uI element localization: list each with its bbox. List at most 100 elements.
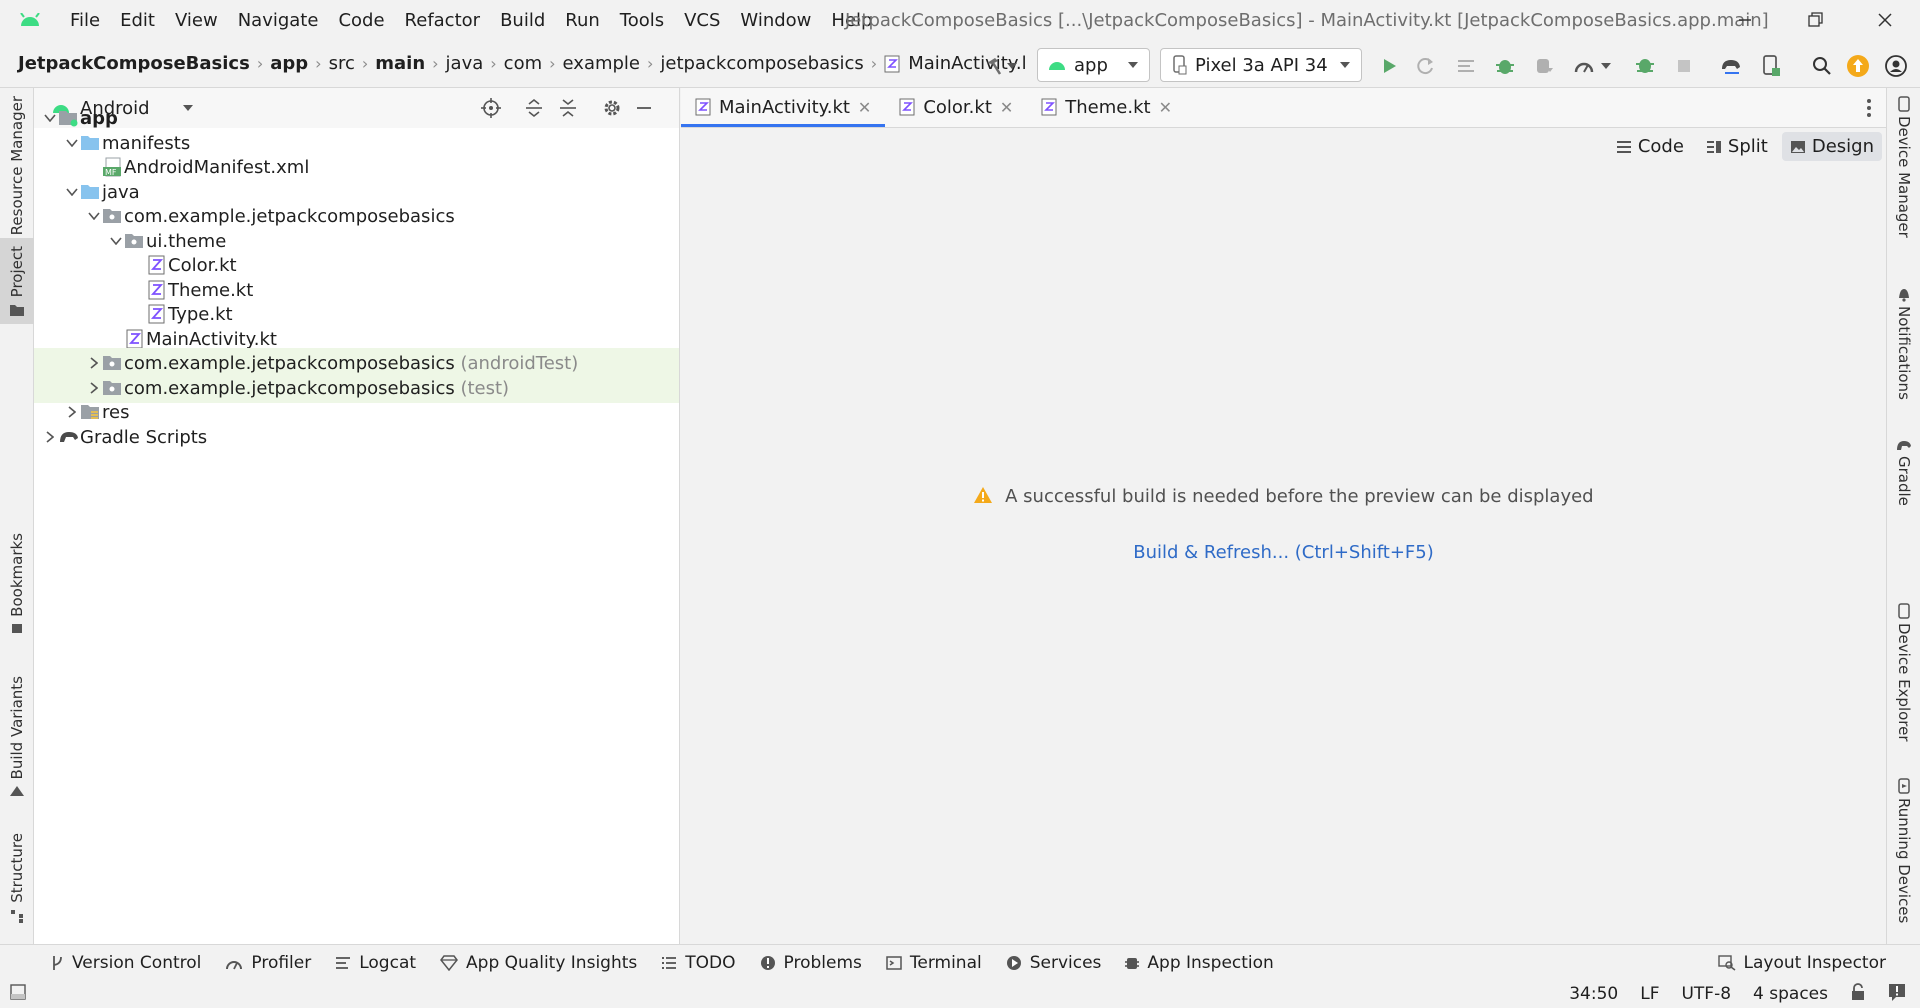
tool-app-quality-insights[interactable]: App Quality Insights <box>428 953 649 973</box>
breadcrumb-item[interactable]: jetpackcomposebasics <box>656 53 867 74</box>
sync-gradle-icon[interactable] <box>1717 52 1745 80</box>
tab-label: Theme.kt <box>1065 96 1151 118</box>
tab-gradle[interactable]: Gradle <box>1887 438 1920 506</box>
view-mode-code[interactable]: Code <box>1608 132 1692 161</box>
menu-run[interactable]: Run <box>555 10 610 31</box>
stop-icon[interactable] <box>1670 52 1698 80</box>
breadcrumb-item[interactable]: com <box>500 53 546 74</box>
tree-item-gradle-scripts[interactable]: Gradle Scripts <box>34 422 679 452</box>
restore-icon[interactable] <box>1780 0 1850 40</box>
menu-file[interactable]: File <box>60 10 110 31</box>
tab-label: Device Manager <box>1895 116 1913 238</box>
tab-running-devices[interactable]: Running Devices <box>1887 778 1920 923</box>
chevron-down-icon[interactable] <box>40 108 60 128</box>
attach-debugger-icon[interactable] <box>1530 52 1558 80</box>
close-tab-icon[interactable]: ✕ <box>1000 98 1013 117</box>
breadcrumb-item[interactable]: example <box>559 53 644 74</box>
kotlin-file-icon <box>146 304 168 324</box>
toggle-tool-windows-icon[interactable] <box>10 983 26 1005</box>
tool-app-inspection[interactable]: App Inspection <box>1113 953 1285 973</box>
menu-refactor[interactable]: Refactor <box>395 10 491 31</box>
tree-item-label: java <box>102 181 140 203</box>
build-refresh-link[interactable]: Build & Refresh... (Ctrl+Shift+F5) <box>681 542 1886 563</box>
chevron-right-icon[interactable] <box>40 427 60 447</box>
breadcrumb-item[interactable]: java <box>442 53 488 74</box>
tool-version-control[interactable]: Version Control <box>38 953 213 973</box>
menu-build[interactable]: Build <box>490 10 555 31</box>
chevron-down-icon[interactable] <box>106 231 126 251</box>
tool-label: Version Control <box>72 952 202 973</box>
tab-device-explorer[interactable]: Device Explorer <box>1887 603 1920 742</box>
menu-navigate[interactable]: Navigate <box>228 10 329 31</box>
view-mode-split[interactable]: Split <box>1698 132 1776 161</box>
chevron-right-icon[interactable] <box>84 378 104 398</box>
menu-view[interactable]: View <box>165 10 228 31</box>
tool-terminal[interactable]: Terminal <box>874 953 994 973</box>
android-studio-logo-icon[interactable] <box>0 13 60 27</box>
chevron-down-icon[interactable] <box>84 206 104 226</box>
tool-services[interactable]: Services <box>994 953 1114 973</box>
tab-theme[interactable]: Theme.kt ✕ <box>1027 87 1186 127</box>
tab-color[interactable]: Color.kt ✕ <box>885 87 1027 127</box>
menu-vcs[interactable]: VCS <box>674 10 730 31</box>
tab-project[interactable]: Project <box>0 238 34 324</box>
gradle-icon <box>58 427 80 447</box>
breadcrumb-item[interactable]: app <box>266 53 312 74</box>
tab-bookmarks[interactable]: Bookmarks <box>0 533 34 633</box>
breadcrumb-item[interactable]: src <box>325 53 359 74</box>
apply-changes-icon[interactable] <box>1452 52 1480 80</box>
tree-item-label: ui.theme <box>146 230 227 252</box>
title-bar: File Edit View Navigate Code Refactor Bu… <box>0 0 1920 40</box>
account-icon[interactable] <box>1882 52 1910 80</box>
chevron-right-icon[interactable] <box>84 353 104 373</box>
menu-tools[interactable]: Tools <box>610 10 674 31</box>
menu-edit[interactable]: Edit <box>110 10 165 31</box>
debug-icon[interactable] <box>1491 52 1519 80</box>
indent-setting[interactable]: 4 spaces <box>1753 984 1828 1004</box>
terminal-icon <box>886 955 902 970</box>
event-log-icon[interactable] <box>1888 983 1906 1006</box>
more-options-icon[interactable] <box>1866 98 1872 123</box>
device-select[interactable]: Pixel 3a API 34 <box>1160 48 1362 82</box>
update-icon[interactable] <box>1844 52 1872 80</box>
tab-notifications[interactable]: Notifications <box>1887 286 1920 400</box>
view-mode-design[interactable]: Design <box>1781 132 1882 161</box>
tool-todo[interactable]: TODO <box>649 953 747 973</box>
chevron-down-icon[interactable] <box>1596 52 1616 80</box>
chevron-down-icon[interactable] <box>1002 52 1022 80</box>
tree-item-label: app <box>80 107 118 129</box>
tool-layout-inspector[interactable]: Layout Inspector <box>1706 953 1899 973</box>
tool-label: App Quality Insights <box>466 952 638 973</box>
lock-icon[interactable] <box>1850 982 1866 1006</box>
close-window-icon[interactable] <box>1850 0 1920 40</box>
tab-structure[interactable]: Structure <box>0 833 34 943</box>
view-mode-label: Design <box>1811 136 1874 157</box>
profile-icon[interactable] <box>1570 52 1598 80</box>
tool-profiler[interactable]: Profiler <box>213 953 323 973</box>
line-separator[interactable]: LF <box>1640 984 1659 1004</box>
tool-logcat[interactable]: Logcat <box>323 953 428 973</box>
minimize-icon[interactable] <box>1710 0 1780 40</box>
tab-mainactivity[interactable]: MainActivity.kt ✕ <box>681 87 886 127</box>
menu-window[interactable]: Window <box>730 10 821 31</box>
file-encoding[interactable]: UTF-8 <box>1681 984 1731 1004</box>
run-config-select[interactable]: app <box>1037 48 1150 82</box>
run-icon[interactable] <box>1375 52 1403 80</box>
chevron-down-icon[interactable] <box>62 182 82 202</box>
chevron-right-icon[interactable] <box>62 402 82 422</box>
tool-problems[interactable]: Problems <box>748 953 874 973</box>
chevron-down-icon[interactable] <box>62 133 82 153</box>
tree-item-label: com.example.jetpackcomposebasics <box>124 205 455 227</box>
debug-attach-icon[interactable] <box>1631 52 1659 80</box>
close-tab-icon[interactable]: ✕ <box>1159 98 1172 117</box>
cursor-position[interactable]: 34:50 <box>1569 984 1618 1004</box>
tab-build-variants[interactable]: Build Variants <box>0 676 34 796</box>
rerun-icon[interactable] <box>1412 52 1440 80</box>
search-icon[interactable] <box>1808 52 1836 80</box>
menu-code[interactable]: Code <box>328 10 394 31</box>
breadcrumb-item[interactable]: main <box>371 53 429 74</box>
device-manager-icon[interactable] <box>1757 52 1785 80</box>
breadcrumb-item[interactable]: JetpackComposeBasics <box>14 53 254 74</box>
tab-device-manager[interactable]: Device Manager <box>1887 96 1920 238</box>
close-tab-icon[interactable]: ✕ <box>858 98 871 117</box>
